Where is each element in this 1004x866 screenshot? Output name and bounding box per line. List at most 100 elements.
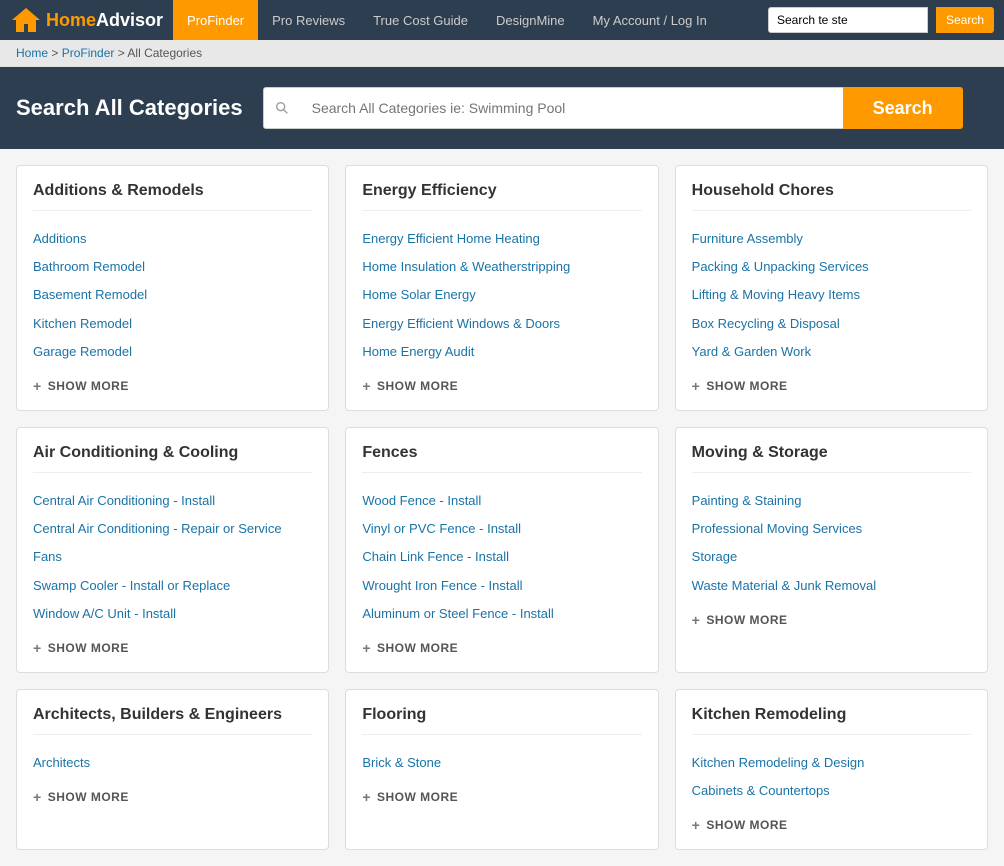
category-item[interactable]: Cabinets & Countertops [692, 777, 971, 805]
search-hero-form: Search [263, 87, 963, 129]
nav-item-pro-reviews[interactable]: Pro Reviews [258, 0, 359, 40]
category-title-energy-efficiency: Energy Efficiency [362, 182, 641, 211]
category-card-architects: Architects, Builders & Engineers Architec… [16, 689, 329, 850]
search-icon [274, 100, 290, 116]
category-item[interactable]: Architects [33, 749, 312, 777]
plus-icon: + [33, 378, 42, 394]
category-item[interactable]: Lifting & Moving Heavy Items [692, 281, 971, 309]
category-card-fences: Fences Wood Fence - InstallVinyl or PVC F… [345, 427, 658, 673]
category-item[interactable]: Painting & Staining [692, 487, 971, 515]
show-more-household-chores[interactable]: + SHOW MORE [692, 378, 971, 394]
top-navigation: HomeAdvisor ProFinder Pro Reviews True C… [0, 0, 1004, 40]
category-item[interactable]: Bathroom Remodel [33, 253, 312, 281]
category-title-additions-remodels: Additions & Remodels [33, 182, 312, 211]
logo-text: HomeAdvisor [46, 10, 163, 31]
nav-item-designmine[interactable]: DesignMine [482, 0, 579, 40]
show-more-additions-remodels[interactable]: + SHOW MORE [33, 378, 312, 394]
category-item[interactable]: Additions [33, 225, 312, 253]
category-item[interactable]: Kitchen Remodel [33, 310, 312, 338]
show-more-label: SHOW MORE [706, 379, 787, 393]
show-more-architects[interactable]: + SHOW MORE [33, 789, 312, 805]
category-item[interactable]: Furniture Assembly [692, 225, 971, 253]
category-title-architects: Architects, Builders & Engineers [33, 706, 312, 735]
category-item[interactable]: Central Air Conditioning - Repair or Ser… [33, 515, 312, 543]
category-title-air-conditioning: Air Conditioning & Cooling [33, 444, 312, 473]
plus-icon: + [362, 789, 371, 805]
category-item[interactable]: Kitchen Remodeling & Design [692, 749, 971, 777]
plus-icon: + [692, 817, 701, 833]
nav-items: ProFinder Pro Reviews True Cost Guide De… [173, 0, 768, 40]
search-hero-icon-wrapper [263, 87, 300, 129]
show-more-flooring[interactable]: + SHOW MORE [362, 789, 641, 805]
show-more-air-conditioning[interactable]: + SHOW MORE [33, 640, 312, 656]
plus-icon: + [362, 640, 371, 656]
search-hero-button[interactable]: Search [843, 87, 963, 129]
category-item[interactable]: Storage [692, 543, 971, 571]
breadcrumb-home[interactable]: Home [16, 46, 48, 60]
breadcrumb-profinder[interactable]: ProFinder [62, 46, 115, 60]
category-card-moving-storage: Moving & Storage Painting & StainingProfe… [675, 427, 988, 673]
plus-icon: + [692, 378, 701, 394]
category-item[interactable]: Home Energy Audit [362, 338, 641, 366]
show-more-label: SHOW MORE [706, 613, 787, 627]
nav-item-profinder[interactable]: ProFinder [173, 0, 258, 40]
category-title-kitchen-remodeling: Kitchen Remodeling [692, 706, 971, 735]
nav-item-true-cost[interactable]: True Cost Guide [359, 0, 482, 40]
category-item[interactable]: Fans [33, 543, 312, 571]
show-more-label: SHOW MORE [377, 379, 458, 393]
category-title-household-chores: Household Chores [692, 182, 971, 211]
show-more-label: SHOW MORE [48, 379, 129, 393]
category-item[interactable]: Home Solar Energy [362, 281, 641, 309]
category-title-fences: Fences [362, 444, 641, 473]
search-hero: Search All Categories Search [0, 67, 1004, 149]
category-card-additions-remodels: Additions & Remodels AdditionsBathroom Re… [16, 165, 329, 411]
plus-icon: + [362, 378, 371, 394]
show-more-label: SHOW MORE [377, 641, 458, 655]
category-card-flooring: Flooring Brick & Stone + SHOW MORE [345, 689, 658, 850]
show-more-energy-efficiency[interactable]: + SHOW MORE [362, 378, 641, 394]
show-more-label: SHOW MORE [48, 790, 129, 804]
category-item[interactable]: Energy Efficient Home Heating [362, 225, 641, 253]
show-more-kitchen-remodeling[interactable]: + SHOW MORE [692, 817, 971, 833]
category-card-household-chores: Household Chores Furniture AssemblyPackin… [675, 165, 988, 411]
show-more-label: SHOW MORE [706, 818, 787, 832]
plus-icon: + [692, 612, 701, 628]
breadcrumb: Home > ProFinder > All Categories [0, 40, 1004, 67]
category-item[interactable]: Energy Efficient Windows & Doors [362, 310, 641, 338]
nav-search-input[interactable] [768, 7, 928, 33]
category-item[interactable]: Wood Fence - Install [362, 487, 641, 515]
logo[interactable]: HomeAdvisor [10, 6, 163, 34]
category-item[interactable]: Central Air Conditioning - Install [33, 487, 312, 515]
category-item[interactable]: Wrought Iron Fence - Install [362, 572, 641, 600]
show-more-label: SHOW MORE [48, 641, 129, 655]
category-item[interactable]: Vinyl or PVC Fence - Install [362, 515, 641, 543]
category-item[interactable]: Chain Link Fence - Install [362, 543, 641, 571]
search-hero-title: Search All Categories [16, 95, 243, 121]
show-more-moving-storage[interactable]: + SHOW MORE [692, 612, 971, 628]
nav-search-button[interactable]: Search [936, 7, 994, 33]
category-item[interactable]: Basement Remodel [33, 281, 312, 309]
category-title-flooring: Flooring [362, 706, 641, 735]
category-item[interactable]: Brick & Stone [362, 749, 641, 777]
nav-search-area: Search [768, 7, 994, 33]
category-item[interactable]: Box Recycling & Disposal [692, 310, 971, 338]
categories-grid: Additions & Remodels AdditionsBathroom Re… [0, 149, 1004, 866]
plus-icon: + [33, 640, 42, 656]
category-item[interactable]: Packing & Unpacking Services [692, 253, 971, 281]
category-title-moving-storage: Moving & Storage [692, 444, 971, 473]
show-more-label: SHOW MORE [377, 790, 458, 804]
category-item[interactable]: Yard & Garden Work [692, 338, 971, 366]
search-hero-input[interactable] [300, 87, 843, 129]
category-item[interactable]: Professional Moving Services [692, 515, 971, 543]
category-item[interactable]: Waste Material & Junk Removal [692, 572, 971, 600]
show-more-fences[interactable]: + SHOW MORE [362, 640, 641, 656]
category-card-kitchen-remodeling: Kitchen Remodeling Kitchen Remodeling & D… [675, 689, 988, 850]
category-item[interactable]: Swamp Cooler - Install or Replace [33, 572, 312, 600]
category-item[interactable]: Window A/C Unit - Install [33, 600, 312, 628]
category-item[interactable]: Garage Remodel [33, 338, 312, 366]
breadcrumb-current: All Categories [127, 46, 202, 60]
category-item[interactable]: Home Insulation & Weatherstripping [362, 253, 641, 281]
nav-item-account[interactable]: My Account / Log In [579, 0, 721, 40]
category-item[interactable]: Aluminum or Steel Fence - Install [362, 600, 641, 628]
plus-icon: + [33, 789, 42, 805]
